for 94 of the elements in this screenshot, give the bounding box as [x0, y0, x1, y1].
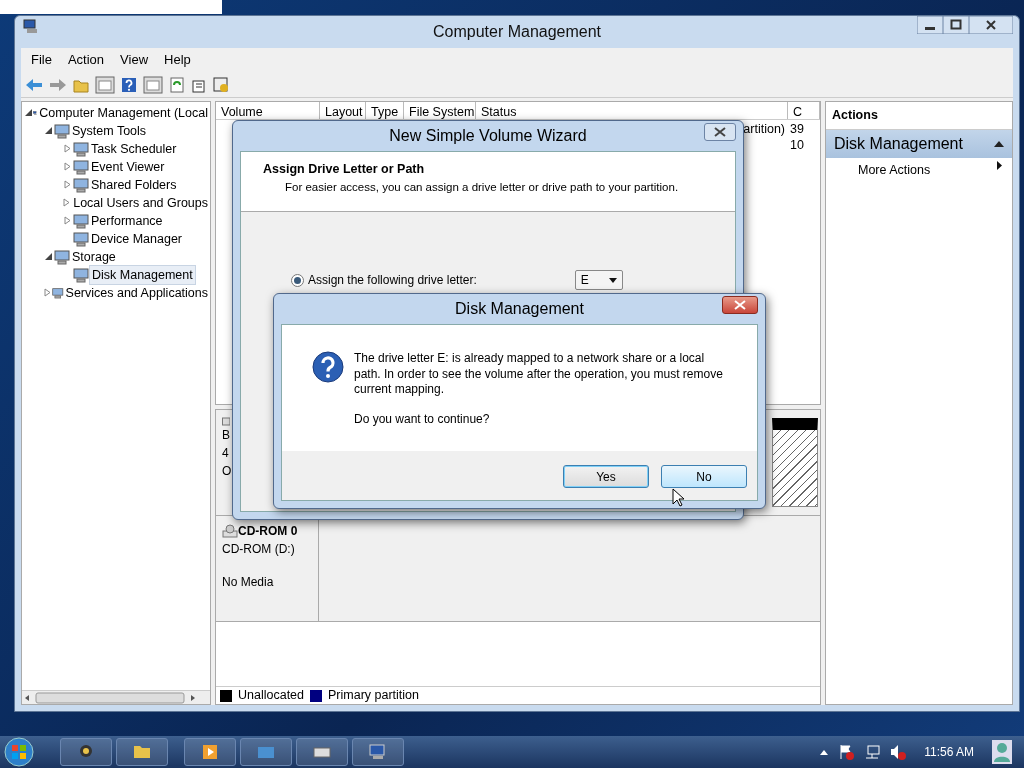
actions-title: Actions: [826, 102, 1012, 130]
cursor-icon: [672, 488, 684, 507]
dialog-title: New Simple Volume Wizard: [389, 126, 587, 146]
submenu-arrow-icon: [997, 160, 1002, 170]
legend-label: Primary partition: [328, 687, 419, 705]
section-header[interactable]: Disk Management: [826, 129, 1012, 158]
taskbar-button[interactable]: [352, 738, 404, 766]
tree-item[interactable]: Computer Management (Local: [37, 103, 210, 123]
column-header[interactable]: Layout: [320, 102, 366, 119]
radio-label[interactable]: Assign the following drive letter:: [308, 271, 477, 289]
collapse-arrow-icon[interactable]: [994, 140, 1004, 147]
expand-arrow-icon[interactable]: [43, 288, 52, 298]
tree-item[interactable]: System Tools: [70, 121, 149, 141]
disk-info: B: [222, 427, 231, 444]
collapse-arrow-icon[interactable]: [44, 126, 53, 136]
tree-item[interactable]: Disk Management: [89, 264, 196, 286]
menu-item[interactable]: File: [25, 48, 58, 72]
column-header[interactable]: Type: [366, 102, 404, 119]
minimize-icon[interactable]: [917, 16, 943, 34]
up-arrow-icon[interactable]: [820, 749, 829, 755]
table-cell-text: 10: [789, 137, 805, 152]
taskbar-button[interactable]: [60, 738, 112, 766]
expand-arrow-icon[interactable]: [63, 216, 72, 226]
settings-icon[interactable]: [213, 76, 229, 93]
disk-name: CD-ROM 0: [238, 523, 298, 540]
legend-label: Unallocated: [238, 687, 304, 705]
tree-item[interactable]: Device Manager: [89, 229, 184, 249]
disk-info: CD-ROM (D:): [222, 541, 296, 558]
drive-letter-dropdown[interactable]: E: [574, 270, 623, 290]
close-icon[interactable]: [969, 16, 1013, 34]
panel-icon[interactable]: [95, 75, 115, 94]
forward-arrow-icon[interactable]: [49, 76, 67, 93]
wizard-subtitle: For easier access, you can assign a drive letter or drive path to your partition.: [284, 179, 680, 195]
help-icon[interactable]: [121, 76, 137, 93]
unallocated-partition[interactable]: [772, 418, 818, 507]
taskbar-button[interactable]: [296, 738, 348, 766]
taskbar-button[interactable]: [240, 738, 292, 766]
volume-muted-icon[interactable]: [890, 744, 907, 760]
panel-icon[interactable]: [143, 75, 163, 94]
disk-drive-icon: [222, 416, 230, 426]
column-header[interactable]: Status: [476, 102, 788, 119]
collapse-arrow-icon[interactable]: [24, 108, 33, 118]
clock[interactable]: 11:56 AM: [924, 743, 974, 761]
refresh-icon[interactable]: [169, 76, 185, 93]
expand-arrow-icon[interactable]: [63, 144, 72, 154]
action-item[interactable]: More Actions: [826, 157, 1012, 183]
back-arrow-icon[interactable]: [25, 76, 43, 93]
tree-item[interactable]: Event Viewer: [89, 157, 167, 177]
collapse-arrow-icon[interactable]: [44, 252, 53, 262]
close-button[interactable]: [704, 123, 736, 141]
expand-arrow-icon[interactable]: [63, 180, 72, 190]
column-header[interactable]: File System: [404, 102, 476, 119]
dialog-title: Disk Management: [455, 299, 584, 319]
taskbar-button[interactable]: [116, 738, 168, 766]
tree-item[interactable]: Local Users and Groups: [71, 193, 210, 213]
tree-item[interactable]: Performance: [89, 211, 165, 231]
question-icon: [312, 351, 344, 383]
dialog-button[interactable]: No: [661, 465, 747, 488]
disk-info: O: [222, 463, 233, 480]
maximize-icon[interactable]: [943, 16, 969, 34]
dialog-button[interactable]: Yes: [563, 465, 649, 488]
expand-arrow-icon[interactable]: [63, 162, 72, 172]
media-player-icon: [200, 742, 220, 762]
tree-item[interactable]: Services and Applications: [63, 283, 210, 303]
column-header[interactable]: Volume: [216, 102, 320, 119]
table-cell-text: artition): [742, 122, 786, 136]
taskbar-button[interactable]: [184, 738, 236, 766]
tree-item[interactable]: Storage: [70, 247, 118, 267]
flag-icon[interactable]: [838, 744, 855, 760]
close-icon: [734, 300, 746, 310]
radio-button[interactable]: [291, 273, 304, 287]
tree-item[interactable]: Task Scheduler: [89, 139, 179, 159]
close-icon: [714, 127, 726, 137]
network-icon[interactable]: [864, 744, 881, 760]
section-title: Disk Management: [834, 133, 963, 154]
expand-arrow-icon[interactable]: [62, 198, 71, 208]
message-text: The drive letter E: is already mapped to a network share or a local path. In order to see the volume after the operation, you must remove current mapping.: [354, 351, 724, 398]
close-button[interactable]: [722, 296, 758, 314]
tree-item[interactable]: Shared Folders: [89, 175, 179, 195]
column-header[interactable]: C: [788, 102, 820, 119]
menu-item[interactable]: Action: [61, 48, 111, 72]
wizard-heading: Assign Drive Letter or Path: [263, 161, 426, 178]
computer-icon: [23, 18, 39, 34]
menu-item[interactable]: View: [114, 48, 155, 72]
disk-info: 4: [222, 445, 230, 462]
cd-drive-icon: [222, 524, 238, 538]
windows-logo-icon: [4, 737, 34, 767]
menu-item[interactable]: Help: [158, 48, 197, 72]
disk-info: No Media: [222, 574, 275, 591]
question-text: Do you want to continue?: [354, 411, 491, 427]
window-title: Computer Management: [432, 22, 602, 42]
table-cell-text: 39: [789, 121, 805, 136]
computer-icon: [368, 742, 388, 762]
dropdown-arrow-icon: [608, 277, 617, 283]
